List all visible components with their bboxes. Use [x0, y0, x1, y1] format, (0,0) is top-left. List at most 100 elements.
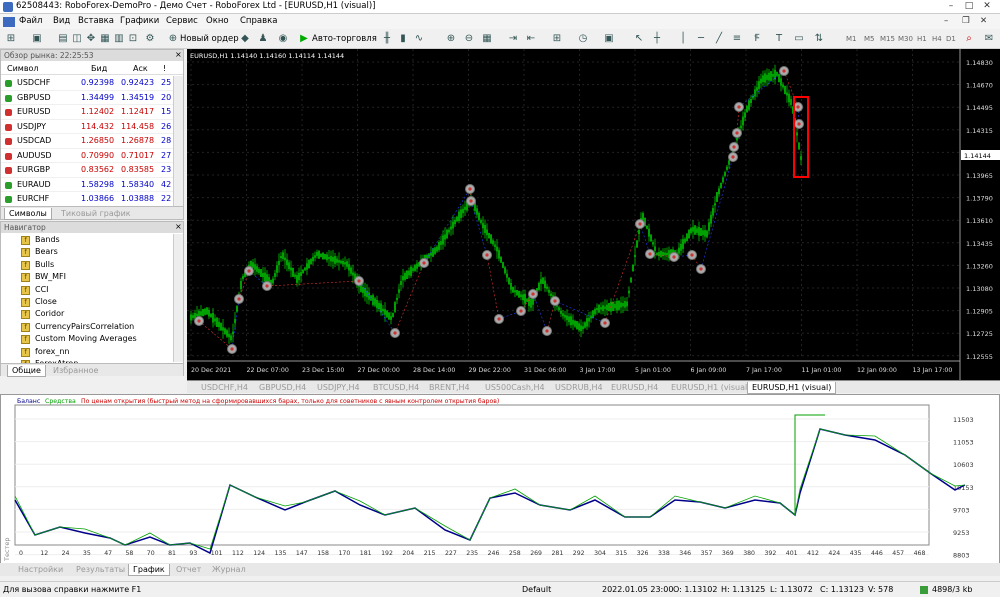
- navigator-item[interactable]: f Custom Moving Averages: [21, 334, 137, 347]
- market-row[interactable]: USDJPY 114.432 114.458 26: [1, 120, 173, 134]
- profiles-icon[interactable]: ▣: [30, 32, 44, 46]
- col-symbol[interactable]: Символ: [7, 64, 39, 73]
- chart-tab[interactable]: USDJPY,H4: [313, 382, 364, 394]
- line-chart-icon[interactable]: ∿: [412, 32, 426, 46]
- market-row[interactable]: AUDUSD 0.70990 0.71017 27: [1, 149, 173, 163]
- price-chart-canvas[interactable]: 1.14830 1.14670 1.14495 1.14315 1.14144 1.139…: [187, 49, 1000, 380]
- tf-m1[interactable]: M1: [846, 35, 857, 43]
- chart-tab[interactable]: USDCHF,H4: [197, 382, 252, 394]
- tf-d1[interactable]: D1: [946, 35, 956, 43]
- chart-tab[interactable]: USDRUB,H4: [551, 382, 607, 394]
- market-row[interactable]: EURAUD 1.58298 1.58340 42: [1, 178, 173, 192]
- zoom-in-icon[interactable]: ⊕: [444, 32, 458, 46]
- tab-symbols[interactable]: Символы: [4, 208, 52, 220]
- chart-icon[interactable]: ⊡: [126, 32, 140, 46]
- tester-icon[interactable]: ▥: [112, 32, 126, 46]
- trendline-icon[interactable]: ╱: [712, 32, 726, 46]
- child-minimize-icon[interactable]: –: [944, 16, 948, 26]
- autotrading-icon[interactable]: ▶: [297, 32, 311, 46]
- fibo-icon[interactable]: Ꞙ: [750, 32, 764, 46]
- navigator-item[interactable]: f Bands: [21, 235, 60, 248]
- navigator-icon[interactable]: ✥: [84, 32, 98, 46]
- document-icon[interactable]: [3, 17, 15, 27]
- tester-tab[interactable]: Результаты: [72, 564, 129, 576]
- navigator-item[interactable]: f Bulls: [21, 260, 54, 273]
- navigator-item[interactable]: f CurrencyPairsCorrelation: [21, 322, 134, 335]
- menu-tools[interactable]: Сервис: [166, 16, 198, 26]
- chart-shift-icon[interactable]: ⇤: [524, 32, 538, 46]
- new-chart-icon[interactable]: ⊞: [4, 32, 18, 46]
- tester-tab[interactable]: Отчет: [172, 564, 205, 576]
- crosshair-icon[interactable]: ┼: [650, 32, 664, 46]
- tab-general[interactable]: Общие: [7, 365, 46, 377]
- minimize-icon[interactable]: –: [944, 1, 958, 12]
- horizontal-line-icon[interactable]: ─: [694, 32, 708, 46]
- market-row[interactable]: EURGBP 0.83562 0.83585 23: [1, 163, 173, 178]
- bar-chart-icon[interactable]: ╫: [380, 32, 394, 46]
- cursor-icon[interactable]: ↖: [632, 32, 646, 46]
- navigator-close-icon[interactable]: ×: [175, 222, 182, 231]
- terminal-icon[interactable]: ▦: [98, 32, 112, 46]
- maximize-icon[interactable]: □: [962, 1, 976, 12]
- tester-tab[interactable]: График: [128, 564, 170, 576]
- tab-tick-chart[interactable]: Тиковый график: [57, 208, 135, 220]
- tf-m15[interactable]: M15: [880, 35, 895, 43]
- navigator-item[interactable]: f Close: [21, 297, 57, 310]
- search-icon[interactable]: ⌕: [962, 32, 976, 46]
- text-icon[interactable]: T: [772, 32, 786, 46]
- chart-tab[interactable]: US500Cash,H4: [481, 382, 549, 394]
- templates-icon[interactable]: ▣: [602, 32, 616, 46]
- tester-tab[interactable]: Журнал: [208, 564, 250, 576]
- menu-window[interactable]: Окно: [206, 16, 229, 26]
- market-close-icon[interactable]: ×: [175, 50, 182, 59]
- metaeditor-icon[interactable]: ◆: [238, 32, 252, 46]
- new-order-icon[interactable]: ⊕: [166, 32, 180, 46]
- candle-chart-icon[interactable]: ▮: [396, 32, 410, 46]
- child-close-icon[interactable]: ✕: [980, 16, 987, 26]
- navigator-item[interactable]: f BW_MFI: [21, 272, 66, 285]
- label-icon[interactable]: ▭: [792, 32, 806, 46]
- options-icon[interactable]: ⚙: [143, 32, 157, 46]
- chat-icon[interactable]: ✉: [982, 32, 996, 46]
- navigator-item[interactable]: f Bears: [21, 247, 58, 260]
- grid-icon[interactable]: ▦: [480, 32, 494, 46]
- indicators-icon[interactable]: ⊞: [550, 32, 564, 46]
- chart-tab[interactable]: EURUSD,H1 (visual): [667, 382, 754, 394]
- signals-icon[interactable]: ♟: [256, 32, 270, 46]
- child-restore-icon[interactable]: ❐: [962, 16, 970, 26]
- arrows-icon[interactable]: ⇅: [812, 32, 826, 46]
- market-scrollbar[interactable]: [173, 76, 183, 206]
- tf-m30[interactable]: M30: [898, 35, 913, 43]
- menu-insert[interactable]: Вставка: [78, 16, 114, 26]
- chart-tab[interactable]: BRENT,H4: [425, 382, 474, 394]
- tab-favorites[interactable]: Избранное: [49, 365, 102, 377]
- zoom-out-icon[interactable]: ⊖: [462, 32, 476, 46]
- col-ask[interactable]: Аск: [133, 64, 148, 73]
- market-row[interactable]: GBPUSD 1.34499 1.34519 20: [1, 91, 173, 105]
- market-row[interactable]: USDCHF 0.92398 0.92423 25: [1, 76, 173, 91]
- market-row[interactable]: EURUSD 1.12402 1.12417 15: [1, 105, 173, 120]
- navigator-scrollbar[interactable]: [173, 234, 183, 362]
- col-bid[interactable]: Бид: [91, 64, 107, 73]
- tf-h1[interactable]: H1: [917, 35, 927, 43]
- tester-tab[interactable]: Настройки: [14, 564, 67, 576]
- market-watch-icon[interactable]: ▤: [56, 32, 70, 46]
- market-icon[interactable]: ◉: [276, 32, 290, 46]
- menu-help[interactable]: Справка: [240, 16, 277, 26]
- chart-tab[interactable]: EURUSD,H1 (visual): [747, 382, 837, 394]
- periods-icon[interactable]: ◷: [576, 32, 590, 46]
- new-order-button[interactable]: Новый ордер: [180, 34, 239, 44]
- vertical-line-icon[interactable]: │: [676, 32, 690, 46]
- menu-charts[interactable]: Графики: [120, 16, 159, 26]
- menu-view[interactable]: Вид: [53, 16, 70, 26]
- market-row[interactable]: EURCHF 1.03866 1.03888 22: [1, 192, 173, 207]
- navigator-item[interactable]: f CCI: [21, 285, 49, 298]
- tf-h4[interactable]: H4: [932, 35, 942, 43]
- navigator-item[interactable]: f forex_nn: [21, 347, 69, 360]
- col-spread[interactable]: !: [163, 64, 166, 73]
- chart-tab[interactable]: EURUSD,H4: [607, 382, 662, 394]
- channel-icon[interactable]: ≡: [730, 32, 744, 46]
- menu-file[interactable]: Файл: [19, 16, 42, 26]
- data-window-icon[interactable]: ◫: [70, 32, 84, 46]
- market-row[interactable]: USDCAD 1.26850 1.26878 28: [1, 134, 173, 149]
